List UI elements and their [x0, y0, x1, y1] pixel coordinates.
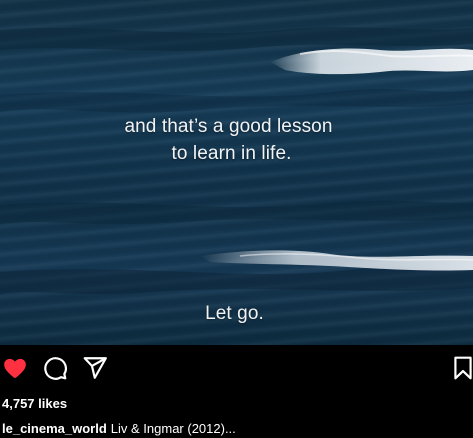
caption-text: Liv & Ingmar (2012)...	[110, 421, 236, 436]
bookmark-icon[interactable]	[450, 355, 473, 381]
heart-filled-icon[interactable]	[2, 355, 28, 381]
subtitle-line: and that’s a good lesson	[124, 116, 333, 137]
post-caption: le_cinema_world Liv & Ingmar (2012)...	[2, 421, 236, 436]
likes-count[interactable]: 4,757 likes	[2, 396, 67, 411]
paper-plane-icon[interactable]	[82, 355, 108, 381]
subtitle-line: Let go.	[205, 303, 264, 324]
comment-bubble-icon[interactable]	[42, 355, 68, 381]
ocean-waves-image	[0, 27, 473, 294]
instagram-post: and that’s a good lesson to learn in lif…	[0, 0, 473, 438]
subtitle-line: to learn in life.	[171, 143, 292, 164]
post-actions-bar	[0, 353, 473, 383]
post-video[interactable]: and that’s a good lesson to learn in lif…	[0, 0, 473, 345]
username-link[interactable]: le_cinema_world	[2, 421, 107, 436]
